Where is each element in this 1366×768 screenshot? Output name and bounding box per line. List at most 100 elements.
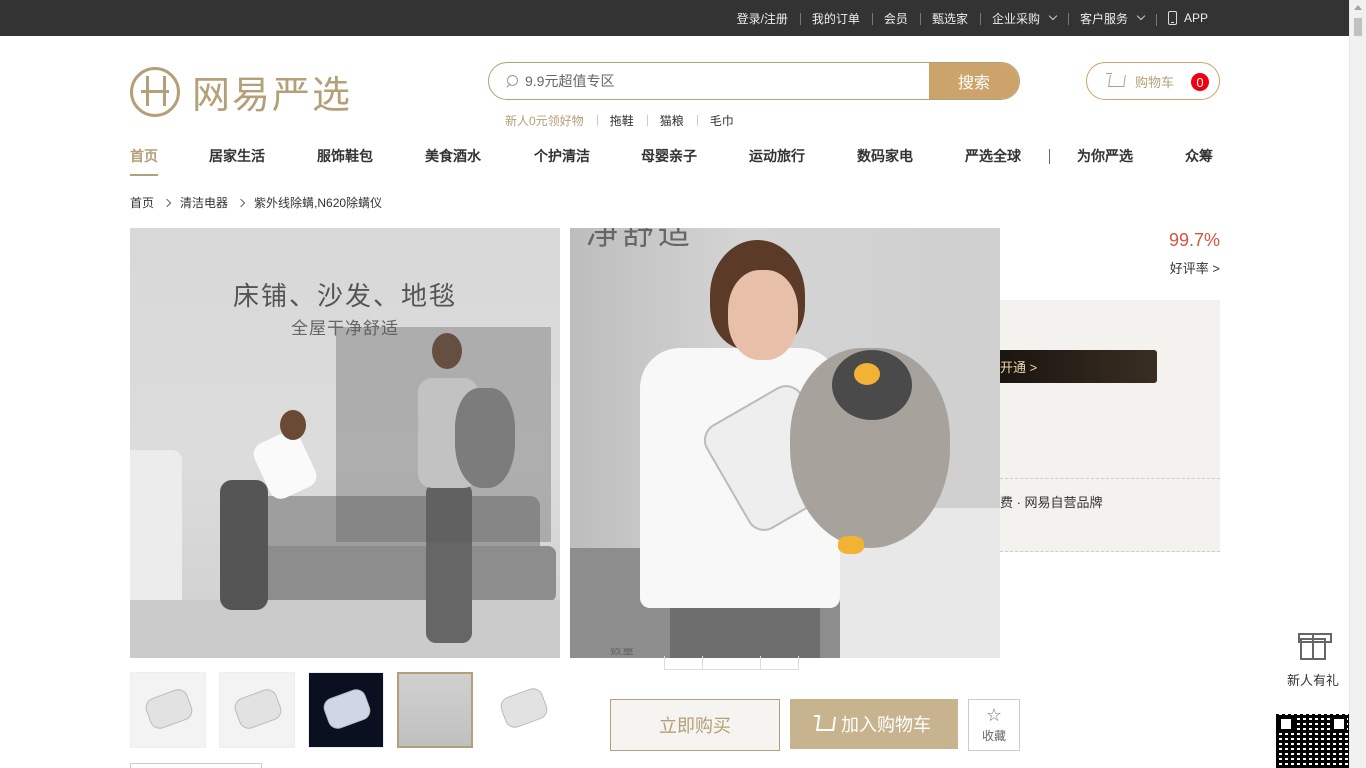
hot-keywords: 新人0元领好物 拖鞋 猫粮 毛巾 [505, 112, 747, 129]
scroll-up-arrow-icon[interactable] [1354, 5, 1362, 10]
thumbnail-4[interactable] [397, 672, 473, 748]
device-graphic [320, 686, 374, 732]
nav-item-home-living[interactable]: 居家生活 [209, 146, 265, 166]
buy-now-button[interactable]: 立即购买 [610, 699, 780, 751]
cart-button[interactable]: 购物车 0 [1086, 62, 1220, 100]
chevron-right-icon [236, 198, 246, 207]
zoom-caption: 净舒适 [586, 228, 695, 251]
dashed-divider [1000, 478, 1220, 479]
gift-icon [1298, 633, 1332, 660]
thumbnail-1[interactable] [130, 672, 206, 748]
star-icon: ☆ [985, 705, 1003, 725]
app-label: APP [1183, 11, 1208, 25]
penguin-beak-graphic [854, 363, 880, 385]
breadcrumb: 首页 清洁电器 紫外线除螨,N620除螨仪 [130, 194, 382, 211]
enterprise-purchase-menu[interactable]: 企业采购 [979, 10, 1068, 27]
enterprise-purchase-label: 企业采购 [991, 11, 1040, 26]
thumbnail-3[interactable] [308, 672, 384, 748]
add-to-cart-label: 加入购物车 [841, 715, 931, 735]
sofa-seat-graphic [226, 546, 556, 602]
site-logo[interactable]: 网易严选 [130, 64, 352, 119]
scrollbar-thumb[interactable] [1353, 17, 1363, 37]
nav-item-global[interactable]: 严选全球 [965, 146, 1021, 166]
chevron-down-icon [1048, 11, 1058, 21]
qr-corner [1331, 716, 1347, 732]
head-graphic [280, 410, 306, 440]
zoom-lens[interactable] [336, 327, 551, 542]
top-bar: 登录/注册 我的订单 会员 甄选家 企业采购 客户服务 APP [0, 0, 1349, 36]
breadcrumb-category[interactable]: 清洁电器 [180, 194, 228, 211]
search-button[interactable]: 搜索 [929, 63, 1019, 99]
quantity-label: 数量 [610, 648, 635, 657]
cart-label: 购物车 [1135, 74, 1175, 90]
chevron-right-icon [162, 198, 172, 207]
device-graphic [142, 686, 196, 732]
hot-keyword[interactable]: 拖鞋 [596, 112, 647, 129]
nav-item-food[interactable]: 美食酒水 [425, 146, 481, 166]
top-links: 登录/注册 我的订单 会员 甄选家 企业采购 客户服务 APP [725, 0, 1220, 36]
login-register-link[interactable]: 登录/注册 [725, 10, 800, 27]
chevron-down-icon [1136, 11, 1146, 21]
thumbnail-5[interactable] [486, 672, 562, 748]
nav-divider [1049, 149, 1050, 164]
device-graphic [497, 685, 551, 731]
rating-percent: 99.7% [1168, 230, 1220, 250]
thumbnail-list [130, 672, 575, 748]
penguin-head-graphic [832, 350, 912, 420]
qr-corner [1278, 716, 1294, 732]
nav-item-personal-care[interactable]: 个护清洁 [534, 146, 590, 166]
device-graphic [231, 686, 285, 732]
vip-open-label: 开通 > [1000, 360, 1038, 375]
favorite-label: 收藏 [981, 729, 1006, 743]
customer-service-menu[interactable]: 客户服务 [1067, 10, 1156, 27]
search-icon [489, 63, 525, 99]
nav-item-sports[interactable]: 运动旅行 [749, 146, 805, 166]
main-nav: 首页 居家生活 服饰鞋包 美食酒水 个护清洁 母婴亲子 运动旅行 数码家电 严选… [130, 146, 1220, 176]
logo-mark-icon [130, 66, 180, 117]
cart-icon [1108, 75, 1126, 87]
face-graphic [728, 270, 798, 360]
penguin-foot-graphic [838, 536, 864, 554]
room-graphic [399, 674, 471, 746]
add-to-cart-button[interactable]: 加入购物车 [790, 699, 958, 749]
cart-count-badge: 0 [1191, 73, 1209, 91]
gift-label: 新人有礼 [1286, 673, 1339, 688]
logo-text: 网易严选 [192, 73, 353, 117]
nav-item-apparel[interactable]: 服饰鞋包 [317, 146, 373, 166]
favorite-button[interactable]: ☆ 收藏 [968, 699, 1020, 751]
nav-item-for-you[interactable]: 为你严选 [1077, 146, 1133, 166]
price-info-panel [1000, 300, 1220, 552]
nav-item-baby[interactable]: 母婴亲子 [641, 146, 697, 166]
cart-icon [816, 717, 836, 731]
phone-icon [1167, 11, 1177, 25]
hot-keyword[interactable]: 猫粮 [646, 112, 697, 129]
woman-cleaning-graphic [170, 410, 321, 620]
service-brand-line: 费 · 网易自营品牌 [1000, 495, 1103, 510]
product-main-image[interactable]: 床铺、沙发、地毯 全屋干净舒适 [130, 228, 560, 658]
breadcrumb-product: 紫外线除螨,N620除螨仪 [254, 196, 383, 210]
nav-item-home[interactable]: 首页 [130, 146, 158, 176]
legs-graphic [220, 480, 268, 610]
qr-code [1276, 714, 1349, 768]
member-link[interactable]: 会员 [871, 10, 920, 27]
search-input[interactable] [525, 63, 929, 99]
app-link[interactable]: APP [1155, 11, 1220, 26]
my-orders-link[interactable]: 我的订单 [799, 10, 872, 27]
nav-item-crowdfunding[interactable]: 众筹 [1185, 146, 1213, 166]
main-image-title: 床铺、沙发、地毯 [232, 281, 457, 311]
selector-link[interactable]: 甄选家 [919, 10, 980, 27]
vip-open-button[interactable]: 开通 > [1000, 350, 1157, 383]
rating-link[interactable]: 好评率 > [1130, 258, 1220, 277]
below-thumbnails-box [130, 763, 262, 768]
search-box: 搜索 [488, 62, 1020, 100]
page-scrollbar[interactable] [1349, 0, 1366, 768]
hot-keyword[interactable]: 新人0元领好物 [505, 112, 597, 129]
quantity-stepper[interactable] [664, 656, 799, 670]
zoom-preview: 净舒适 [570, 228, 1000, 658]
new-user-gift-widget[interactable]: 新人有礼 [1278, 630, 1348, 689]
customer-service-label: 客户服务 [1079, 11, 1128, 26]
hot-keyword[interactable]: 毛巾 [696, 112, 747, 129]
nav-item-digital[interactable]: 数码家电 [857, 146, 913, 166]
breadcrumb-home[interactable]: 首页 [130, 194, 154, 211]
thumbnail-2[interactable] [219, 672, 295, 748]
